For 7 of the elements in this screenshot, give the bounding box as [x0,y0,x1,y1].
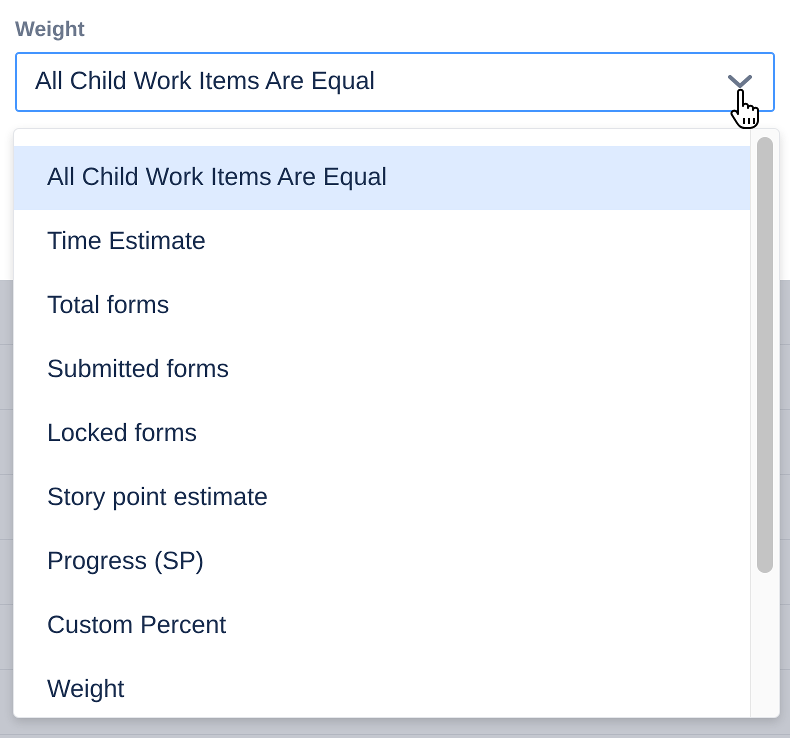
chevron-down-icon [727,74,753,90]
dropdown-option[interactable]: All Child Work Items Are Equal [14,146,750,210]
field-label: Weight [15,17,86,42]
scrollbar-thumb[interactable] [757,137,773,573]
scrollbar-track[interactable] [750,129,779,717]
select-field[interactable]: All Child Work Items Are Equal [15,52,775,112]
dropdown-option[interactable]: Weight [14,658,750,717]
